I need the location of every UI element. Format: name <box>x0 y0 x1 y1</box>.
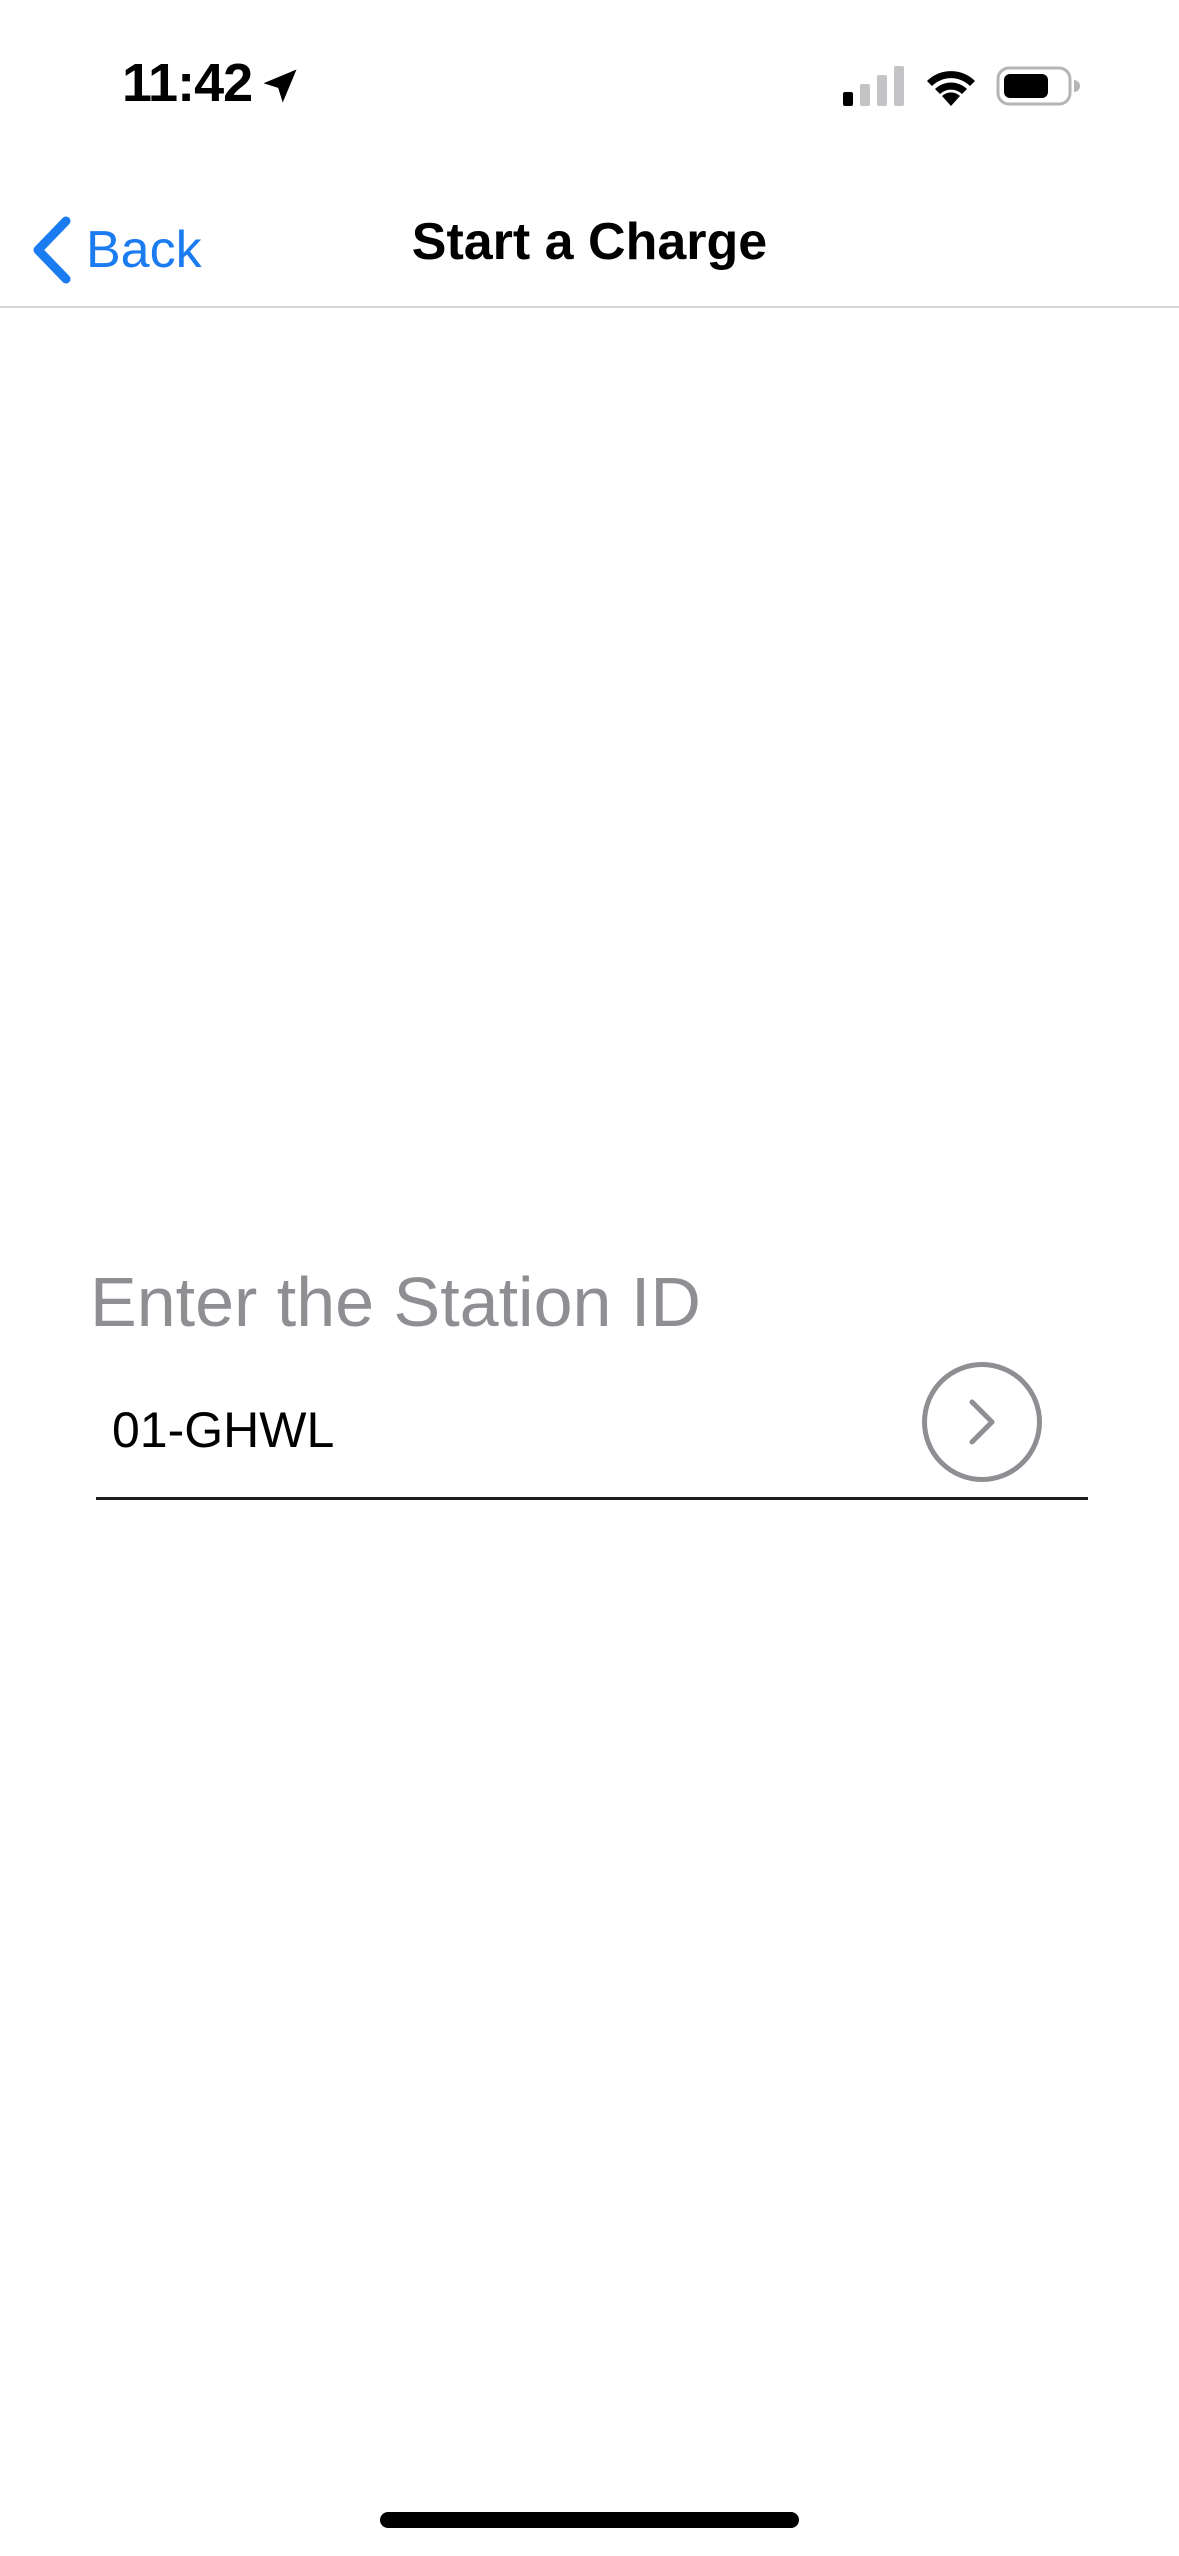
start-charge-screen: 11:42 Back Start a Charge Enter the Stat… <box>0 0 1179 2556</box>
navigation-bar: Back Start a Charge <box>0 160 1179 308</box>
status-bar: 11:42 <box>0 0 1179 160</box>
page-title: Start a Charge <box>411 213 768 271</box>
wifi-icon <box>927 71 975 106</box>
cellular-signal-icon <box>843 66 904 106</box>
chevron-right-icon <box>969 1399 995 1445</box>
submit-station-id-button[interactable] <box>922 1362 1042 1482</box>
status-time: 11:42 <box>122 53 253 113</box>
home-indicator <box>380 2512 799 2528</box>
battery-icon <box>996 66 1080 106</box>
location-arrow-icon <box>263 69 297 103</box>
station-id-input[interactable] <box>112 1392 892 1468</box>
station-id-label: Enter the Station ID <box>90 1263 701 1341</box>
station-id-field <box>96 1352 1088 1500</box>
